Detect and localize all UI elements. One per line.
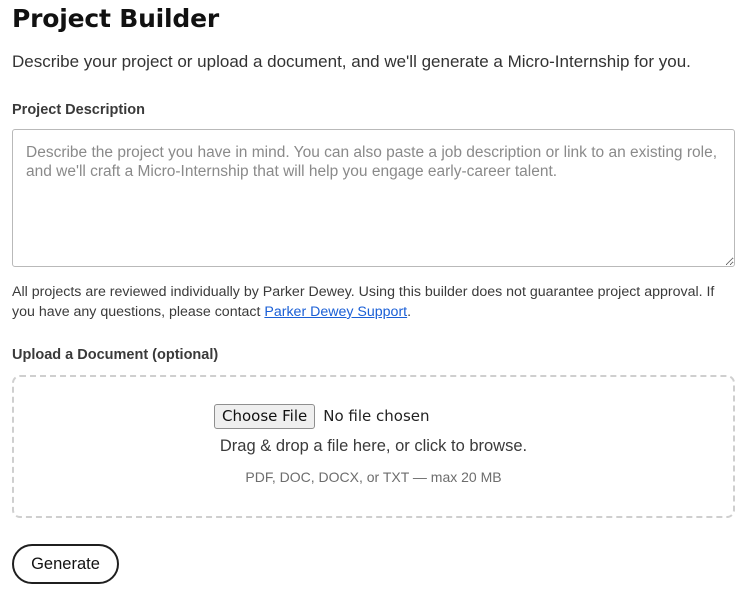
generate-button[interactable]: Generate <box>12 544 119 584</box>
support-link[interactable]: Parker Dewey Support <box>264 304 407 320</box>
file-dropzone[interactable]: Choose File No file chosen Drag & drop a… <box>12 375 735 518</box>
file-type-hint: PDF, DOC, DOCX, or TXT — max 20 MB <box>245 469 502 485</box>
page-title: Project Builder <box>12 4 219 33</box>
choose-file-button[interactable]: Choose File <box>214 403 316 429</box>
drag-drop-text: Drag & drop a file here, or click to bro… <box>219 437 528 455</box>
file-input[interactable]: Choose File No file chosen <box>214 403 430 429</box>
project-description-input[interactable] <box>12 129 735 267</box>
review-notice: All projects are reviewed individually b… <box>12 282 735 322</box>
project-description-label: Project Description <box>12 102 145 118</box>
page-subtitle: Describe your project or upload a docume… <box>12 52 691 71</box>
file-status: No file chosen <box>323 407 430 425</box>
upload-document-label: Upload a Document (optional) <box>12 347 219 363</box>
review-notice-suffix: . <box>407 304 412 320</box>
